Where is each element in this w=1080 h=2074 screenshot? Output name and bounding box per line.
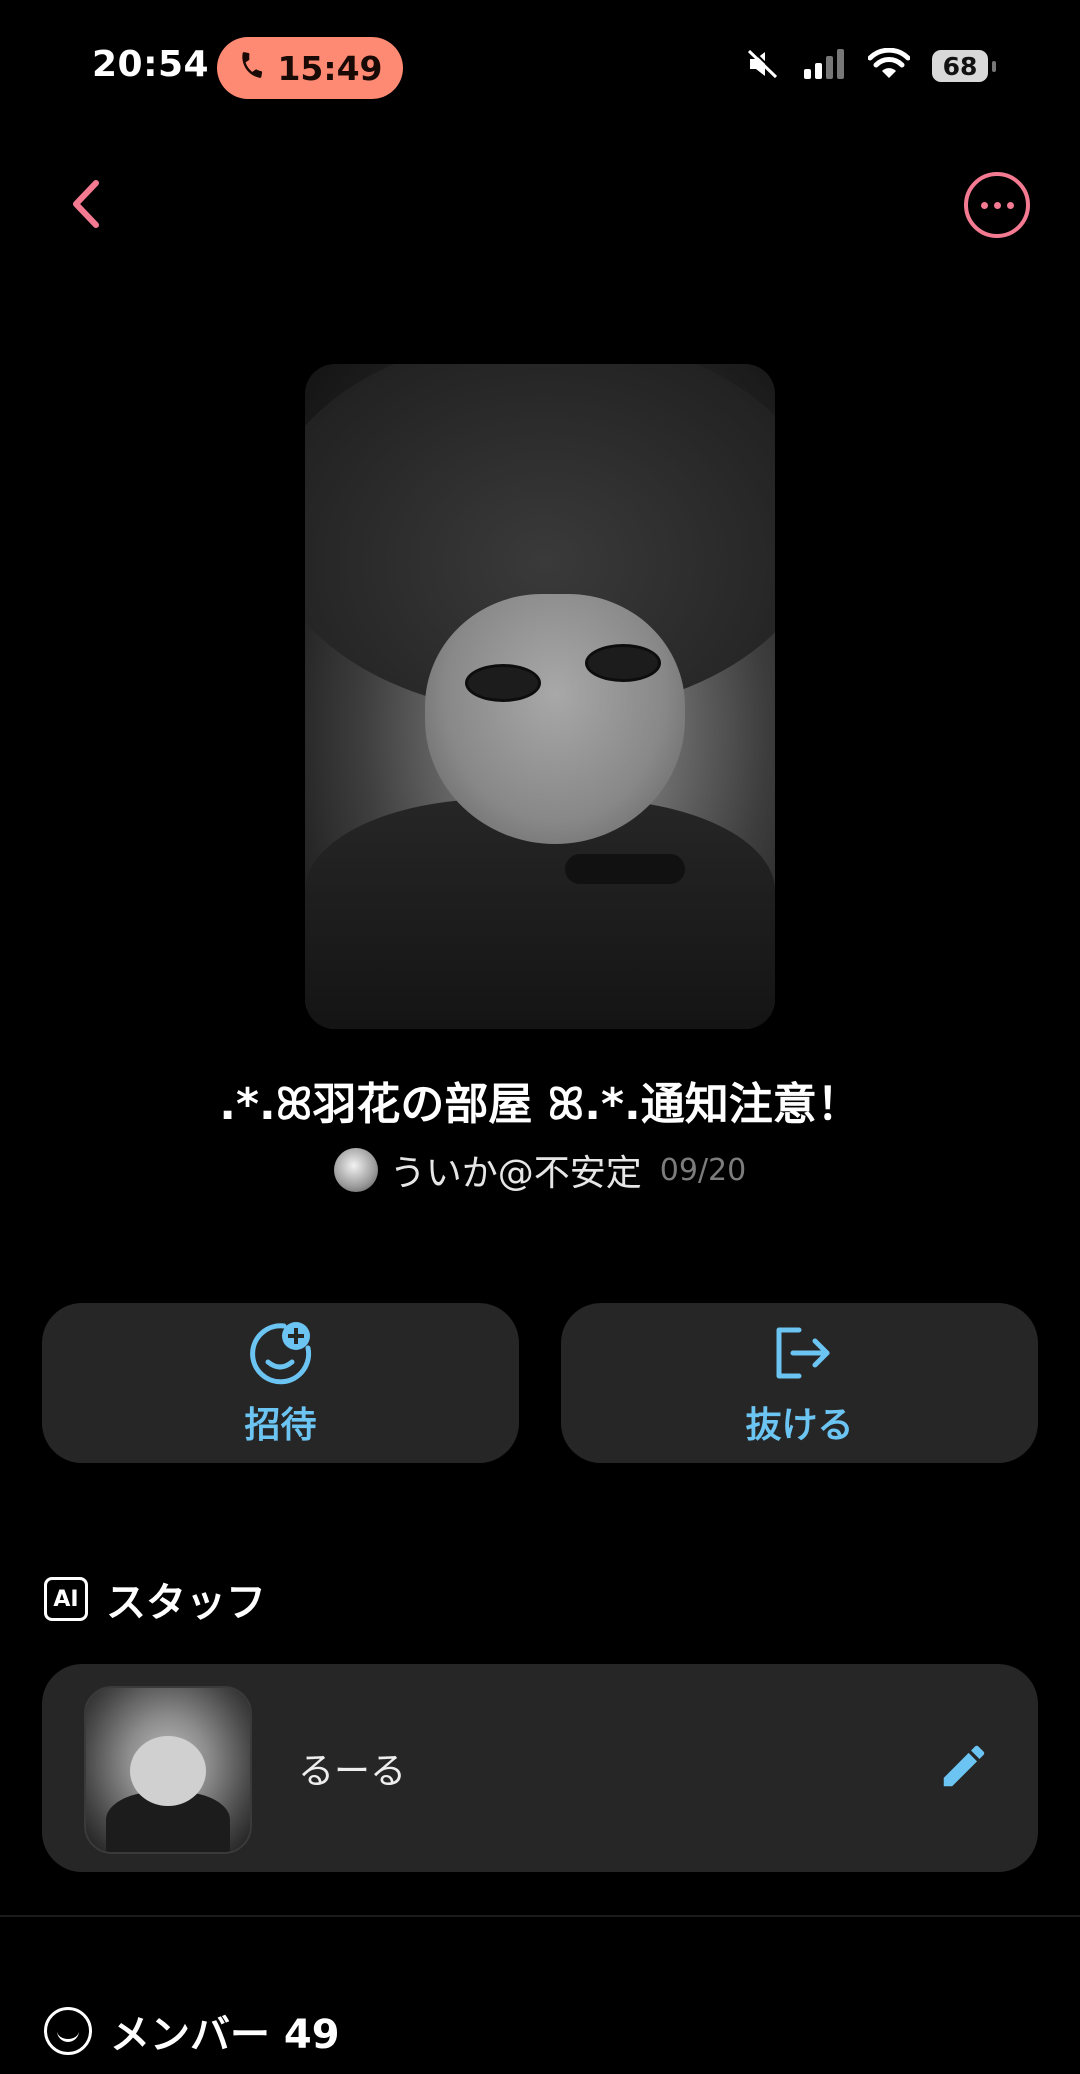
ai-badge-icon: AI xyxy=(44,1577,88,1621)
avatar-shape xyxy=(130,1736,206,1806)
wifi-icon xyxy=(867,47,911,84)
chevron-left-icon xyxy=(68,179,102,233)
room-cover-image xyxy=(305,364,775,1029)
status-icons: 68 xyxy=(746,44,996,88)
phone-icon xyxy=(237,49,267,88)
more-dots-icon xyxy=(980,201,988,209)
chat-room-profile-screen: 20:54 15:49 68 .*.ꕤ羽花の部屋 ꕤ.*.通知注意！ ういか@不… xyxy=(0,0,1080,2074)
leave-label: 抜ける xyxy=(745,1405,854,1446)
leave-button[interactable]: 抜ける xyxy=(561,1303,1038,1463)
staff-section-title: スタッフ xyxy=(106,1580,266,1626)
more-options-button[interactable] xyxy=(964,172,1030,238)
more-dot xyxy=(993,201,1001,209)
cover-shape xyxy=(585,644,661,682)
room-date: 09/20 xyxy=(659,1152,747,1188)
add-friend-icon xyxy=(246,1318,316,1392)
back-button[interactable] xyxy=(60,176,110,236)
staff-card[interactable]: るーる xyxy=(42,1664,1038,1872)
owner-row[interactable]: ういか@不安定 09/20 xyxy=(0,1145,1080,1195)
battery-icon: 68 xyxy=(932,50,996,82)
cover-shape xyxy=(425,594,685,844)
members-section-header: メンバー 49 xyxy=(44,2002,340,2060)
owner-avatar[interactable] xyxy=(333,1148,378,1192)
mute-icon xyxy=(746,48,782,84)
members-section-title: メンバー 49 xyxy=(110,2012,340,2058)
more-dot xyxy=(1006,201,1014,209)
divider xyxy=(0,1915,1080,1917)
invite-label: 招待 xyxy=(244,1405,317,1446)
edit-staff-button[interactable] xyxy=(932,1736,996,1800)
staff-name: るーる xyxy=(298,1751,407,1792)
exit-icon xyxy=(765,1318,835,1392)
signal-icon xyxy=(804,49,846,83)
staff-section-header: AI スタッフ xyxy=(44,1570,266,1628)
smile-icon xyxy=(44,2007,92,2055)
call-timer: 15:49 xyxy=(277,48,383,88)
active-call-pill[interactable]: 15:49 xyxy=(217,37,403,99)
cover-shape xyxy=(465,664,541,702)
owner-name[interactable]: ういか@不安定 xyxy=(390,1144,642,1196)
invite-button[interactable]: 招待 xyxy=(42,1303,519,1463)
pencil-icon xyxy=(937,1739,991,1797)
room-title: .*.ꕤ羽花の部屋 ꕤ.*.通知注意！ xyxy=(219,1079,861,1130)
status-time: 20:54 xyxy=(92,44,210,85)
cover-shape xyxy=(565,854,685,884)
staff-avatar[interactable] xyxy=(84,1686,252,1854)
